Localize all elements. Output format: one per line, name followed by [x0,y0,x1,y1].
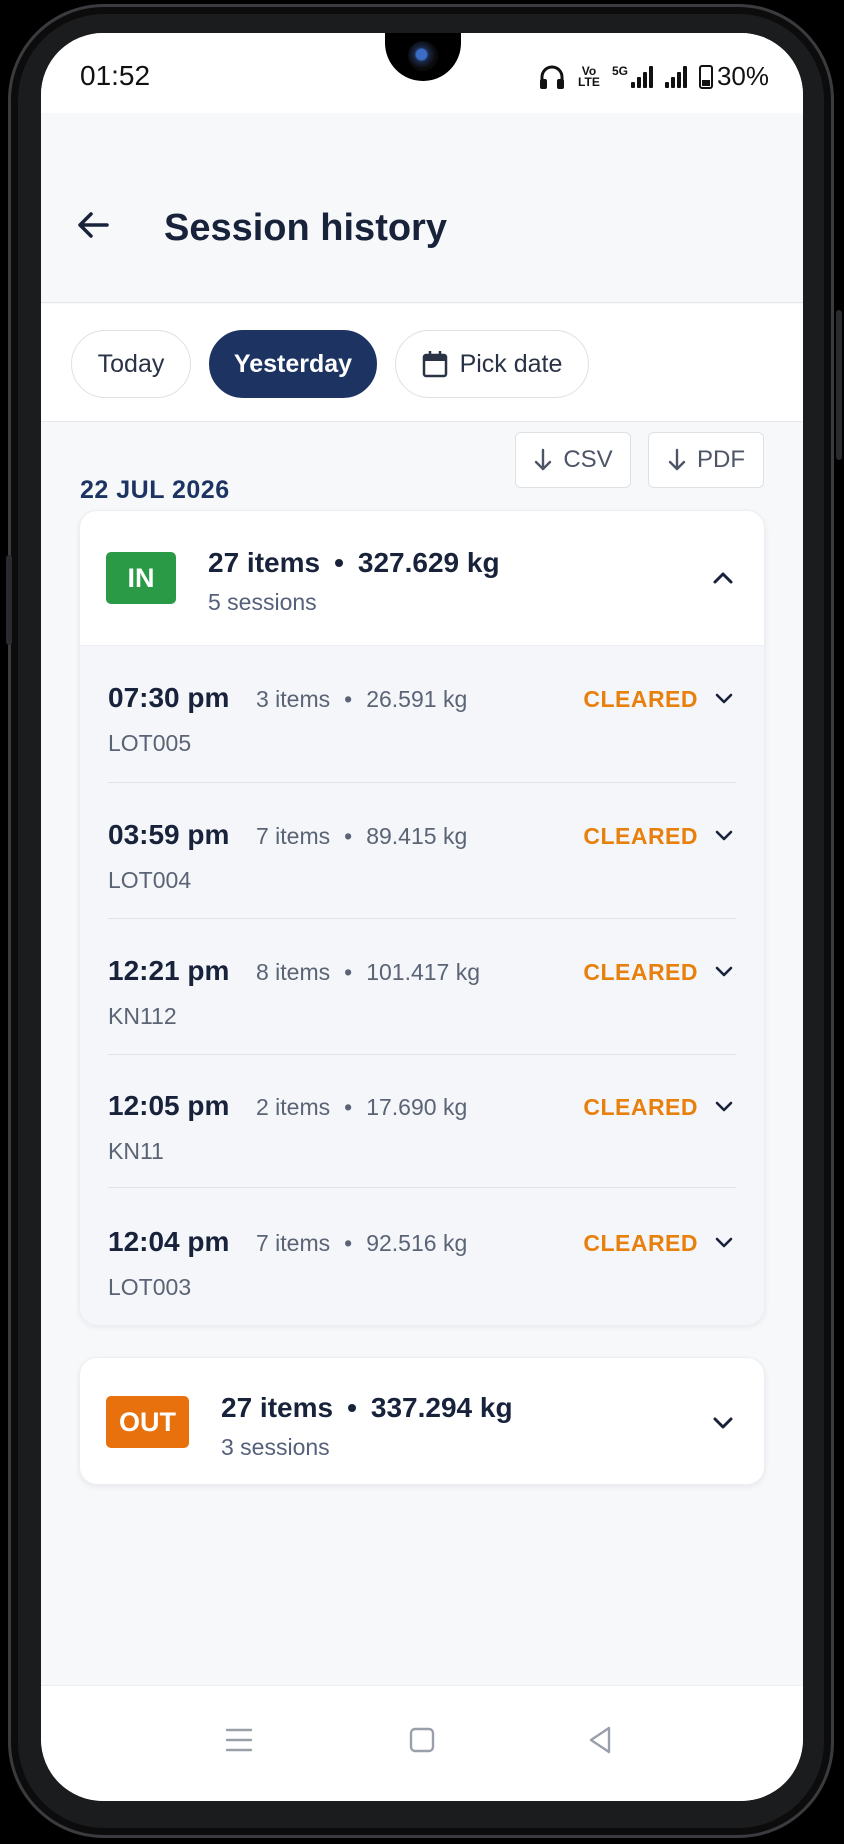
session-items: 3 items [256,686,331,712]
session-row[interactable]: 03:59 pm 7 items • 89.415 kg LOT004 CLEARE… [108,783,736,919]
download-csv-button[interactable]: CSV [515,432,631,488]
session-weight: 89.415 kg [366,823,468,849]
session-time: 07:30 pm [108,682,230,713]
status-bar: 01:52 Vo LTE 5G 30% [41,33,803,113]
filter-chip-yesterday-label: Yesterday [233,349,353,378]
separator-dot: • [344,959,353,985]
session-meta: 2 items • 17.690 kg [256,1094,467,1121]
session-meta: 7 items • 89.415 kg [256,823,467,850]
in-group-summary: 27 items • 327.629 kg [208,547,500,579]
session-time: 12:04 pm [108,1226,230,1257]
session-row[interactable]: 12:05 pm 2 items • 17.690 kg KN11 CLEARED [108,1054,736,1190]
separator-dot: • [344,1094,353,1120]
chevron-down-icon[interactable] [712,823,736,847]
chevron-down-icon[interactable] [712,686,736,710]
recent-apps-menu-icon[interactable] [219,1720,259,1760]
separator-dot: • [347,1392,357,1423]
out-group-sessions: 3 sessions [221,1434,330,1460]
in-group-sessions: 5 sessions [208,589,317,615]
filter-chip-today-label: Today [97,349,165,378]
session-row[interactable]: 12:04 pm 7 items • 92.516 kg LOT003 CLEARE… [108,1190,736,1326]
session-time: 03:59 pm [108,819,230,850]
download-csv-label: CSV [563,446,613,473]
in-group-items: 27 items [208,547,321,578]
session-lot: LOT004 [108,867,192,893]
session-lot: KN112 [108,1003,177,1029]
filter-chip-today[interactable]: Today [71,330,191,398]
session-status: CLEARED [583,1230,698,1256]
session-items: 8 items [256,959,331,985]
session-items: 7 items [256,1230,331,1256]
out-badge: OUT [106,1396,189,1448]
session-meta: 8 items • 101.417 kg [256,959,480,986]
in-badge: IN [106,552,176,604]
session-weight: 26.591 kg [366,686,468,712]
separator-dot: • [344,823,353,849]
download-pdf-label: PDF [697,446,745,473]
headphones-icon [539,65,564,89]
session-status: CLEARED [583,959,698,985]
session-row[interactable]: 12:21 pm 8 items • 101.417 kg KN112 CLEARE… [108,919,736,1055]
chevron-down-icon[interactable] [712,1094,736,1118]
session-lot: LOT003 [108,1274,192,1300]
signal-5g-icon: 5G [611,63,653,88]
status-time: 01:52 [80,60,151,91]
session-status: CLEARED [583,1094,698,1120]
filter-chip-yesterday[interactable]: Yesterday [209,330,377,398]
row-divider [108,1187,736,1188]
in-group-weight: 327.629 kg [357,547,500,578]
session-row[interactable]: 07:30 pm 3 items • 26.591 kg LOT005 CLEARE… [108,646,736,782]
session-meta: 3 items • 26.591 kg [256,686,467,713]
download-arrow-icon [535,448,552,471]
session-weight: 17.690 kg [366,1094,468,1120]
in-session-list: 07:30 pm 3 items • 26.591 kg LOT005 CLEARE… [80,645,764,1325]
separator-dot: • [344,686,353,712]
session-weight: 101.417 kg [366,959,481,985]
filter-chip-pick-date-label: Pick date [459,349,563,378]
session-lot: KN11 [108,1138,164,1164]
system-nav-bar [41,1685,803,1801]
session-status: CLEARED [583,823,698,849]
side-button-left [6,555,12,645]
session-weight: 92.516 kg [366,1230,468,1256]
session-lot: LOT005 [108,730,192,756]
signal-bars-icon [664,65,687,88]
battery-icon [698,64,713,89]
download-arrow-icon [668,448,686,471]
session-time: 12:05 pm [108,1090,230,1121]
filter-chip-pick-date[interactable]: Pick date [395,330,589,398]
status-icons: Vo LTE 5G 30% [538,61,769,92]
session-items: 7 items [256,823,331,849]
out-group-summary: 27 items • 337.294 kg [221,1392,513,1424]
page-title: Session history [164,207,447,249]
app-header: Session history [41,113,803,303]
session-status: CLEARED [583,686,698,712]
front-camera [408,41,438,71]
chevron-down-icon[interactable] [710,1410,736,1436]
home-square-icon[interactable] [402,1720,442,1760]
volte-indicator: Vo LTE [578,63,600,89]
network-type-label: 5G [611,63,628,78]
out-group-weight: 337.294 kg [370,1392,513,1423]
out-group-items: 27 items [221,1392,334,1423]
out-group-card[interactable]: OUT 27 items • 337.294 kg 3 sessions [79,1357,765,1485]
selected-date-label: 22 JUL 2026 [80,476,230,504]
session-items: 2 items [256,1094,331,1120]
calendar-icon [422,351,447,378]
back-arrow-icon[interactable] [73,205,113,245]
chevron-up-icon[interactable] [710,565,736,591]
screen: 01:52 Vo LTE 5G 30% Session history Toda… [41,33,803,1801]
separator-dot: • [344,1230,353,1256]
battery-percentage: 30% [716,61,769,91]
back-triangle-icon[interactable] [581,1720,621,1760]
download-pdf-button[interactable]: PDF [648,432,764,488]
chevron-down-icon[interactable] [712,1230,736,1254]
session-time: 12:21 pm [108,955,230,986]
session-meta: 7 items • 92.516 kg [256,1230,467,1257]
separator-dot: • [334,547,344,578]
chevron-down-icon[interactable] [712,959,736,983]
date-filter-bar: Today Yesterday Pick date [41,304,803,422]
in-group-card: IN 27 items • 327.629 kg 5 sessions 07:30 … [79,510,765,1325]
side-button-right [836,310,842,460]
